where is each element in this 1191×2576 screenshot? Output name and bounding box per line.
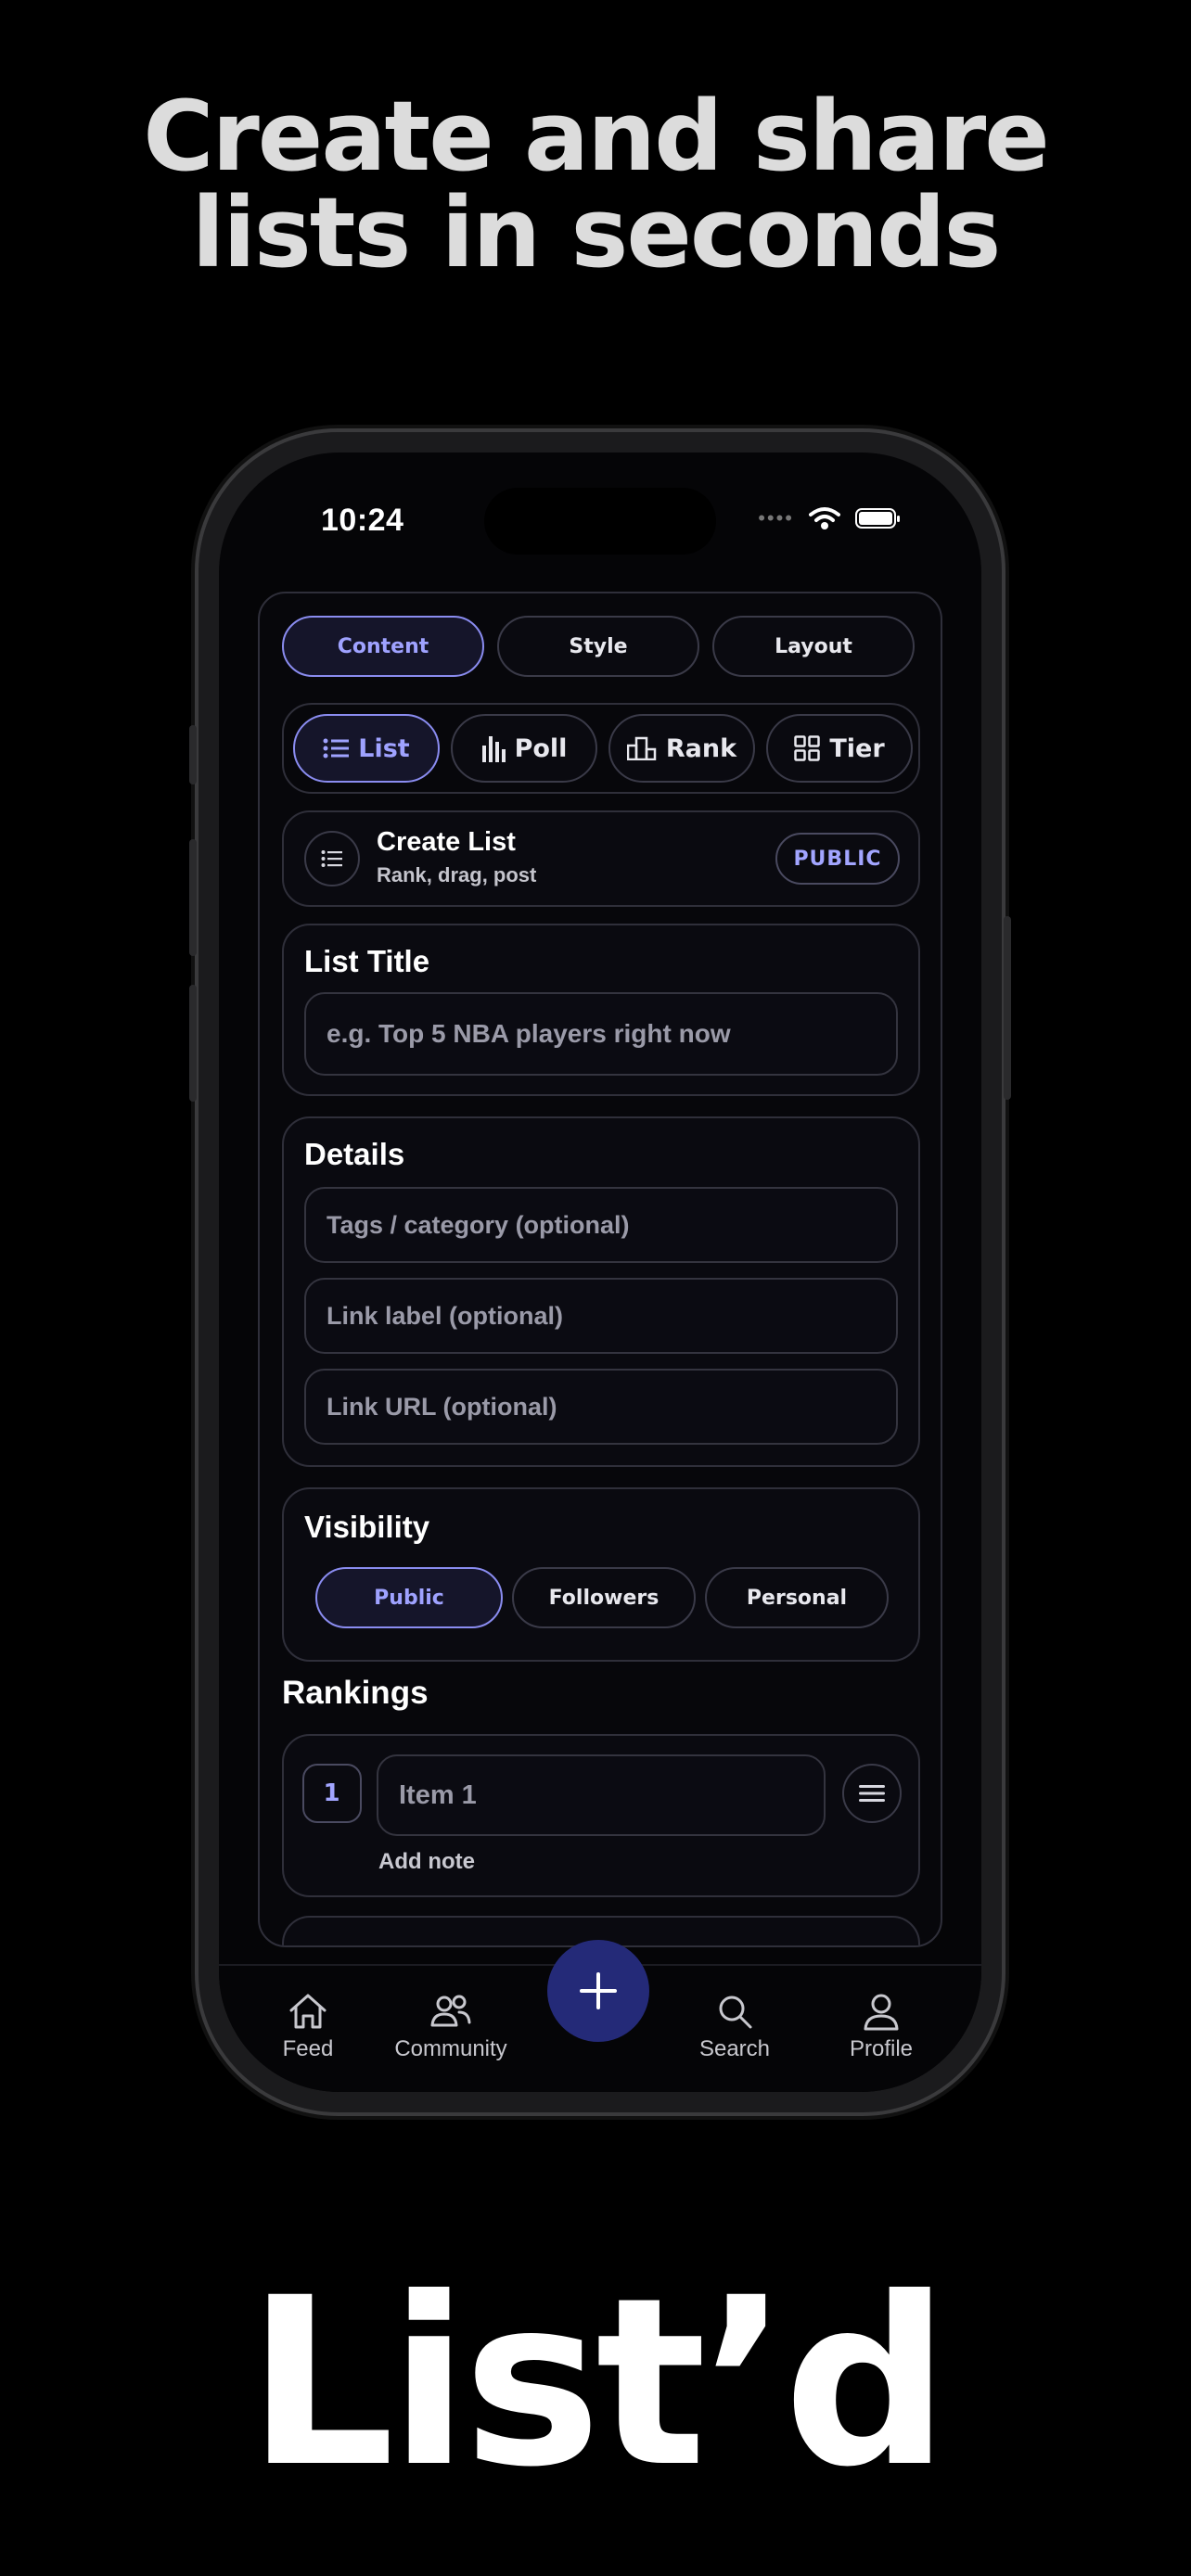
- status-icons: ••••: [758, 506, 900, 530]
- podium-icon: [626, 736, 657, 760]
- visibility-card: Visibility Public Followers Personal: [282, 1487, 920, 1662]
- status-time: 10:24: [321, 503, 404, 538]
- visibility-followers-button[interactable]: Followers: [512, 1567, 696, 1628]
- grid-icon: [794, 735, 821, 761]
- type-tier-button[interactable]: Tier: [766, 714, 913, 783]
- home-icon: [289, 1994, 327, 2029]
- editor-panel: Content Style Layout List Poll Rank Tier…: [258, 592, 942, 1947]
- nav-feed-label: Feed: [282, 2036, 334, 2061]
- create-button[interactable]: [547, 1940, 649, 2042]
- list-type-selector: List Poll Rank Tier: [282, 703, 920, 794]
- type-tier-label: Tier: [829, 733, 885, 763]
- headline-line-1: Create and share: [143, 80, 1050, 193]
- list-icon: [323, 738, 350, 759]
- details-card: Details Tags / category (optional) Link …: [282, 1116, 920, 1467]
- link-label-input[interactable]: Link label (optional): [304, 1278, 898, 1354]
- type-rank-button[interactable]: Rank: [608, 714, 755, 783]
- visibility-options: Public Followers Personal: [315, 1567, 889, 1628]
- action-button: [189, 725, 197, 784]
- drag-handle-icon: [859, 1785, 885, 1802]
- editor-tabs: Content Style Layout: [282, 616, 915, 677]
- type-list-label: List: [358, 733, 410, 763]
- wifi-icon: [809, 507, 840, 529]
- person-icon: [864, 1994, 899, 2031]
- create-list-title: Create List: [377, 827, 516, 857]
- signal-icon: ••••: [758, 506, 794, 529]
- tab-layout[interactable]: Layout: [712, 616, 915, 677]
- list-title-input[interactable]: e.g. Top 5 NBA players right now: [304, 992, 898, 1076]
- nav-profile[interactable]: Profile: [826, 1992, 937, 2062]
- type-rank-label: Rank: [665, 733, 737, 763]
- headline-line-2: lists in seconds: [191, 176, 1002, 289]
- headline: Create and share lists in seconds: [0, 88, 1191, 281]
- visibility-public-button[interactable]: Public: [315, 1567, 503, 1628]
- tags-input[interactable]: Tags / category (optional): [304, 1187, 898, 1263]
- drag-handle[interactable]: [842, 1764, 902, 1823]
- brand-wordmark: List’d: [247, 2248, 949, 2518]
- visibility-badge: PUBLIC: [775, 833, 900, 885]
- tab-content[interactable]: Content: [282, 616, 484, 677]
- create-list-card: Create List Rank, drag, post PUBLIC: [282, 810, 920, 907]
- dynamic-island: [484, 488, 716, 555]
- list-title-label: List Title: [304, 944, 430, 978]
- create-list-icon-wrap: [304, 831, 360, 886]
- battery-icon: [855, 508, 900, 529]
- nav-community-label: Community: [394, 2036, 507, 2061]
- visibility-label: Visibility: [304, 1510, 430, 1544]
- rankings-heading: Rankings: [282, 1675, 429, 1711]
- volume-up-button: [189, 839, 197, 956]
- search-icon: [719, 1996, 752, 2029]
- visibility-personal-button[interactable]: Personal: [705, 1567, 889, 1628]
- link-url-input[interactable]: Link URL (optional): [304, 1369, 898, 1445]
- type-poll-label: Poll: [514, 733, 568, 763]
- power-button: [1004, 916, 1011, 1100]
- people-icon: [430, 1995, 471, 2027]
- type-list-button[interactable]: List: [293, 714, 440, 783]
- type-poll-button[interactable]: Poll: [451, 714, 597, 783]
- nav-feed[interactable]: Feed: [252, 1992, 364, 2062]
- ranking-item-card: 1 Item 1 Add note: [282, 1734, 920, 1897]
- details-label: Details: [304, 1137, 405, 1171]
- volume-down-button: [189, 985, 197, 1102]
- nav-profile-label: Profile: [849, 2036, 914, 2061]
- ranking-number: 1: [302, 1764, 362, 1823]
- ranking-item-input[interactable]: Item 1: [377, 1754, 826, 1836]
- list-icon: [321, 850, 342, 867]
- nav-community[interactable]: Community: [378, 1992, 523, 2062]
- plus-icon: [580, 1972, 617, 2009]
- nav-search[interactable]: Search: [679, 1992, 790, 2062]
- phone-screen: 10:24 •••• Content Style Layout List Pol…: [219, 453, 981, 2092]
- tab-style[interactable]: Style: [497, 616, 699, 677]
- bar-chart-icon: [481, 736, 506, 762]
- create-list-subtitle: Rank, drag, post: [377, 863, 537, 886]
- nav-search-label: Search: [698, 2036, 771, 2061]
- list-title-card: List Title e.g. Top 5 NBA players right …: [282, 924, 920, 1096]
- add-note-link[interactable]: Add note: [378, 1849, 475, 1875]
